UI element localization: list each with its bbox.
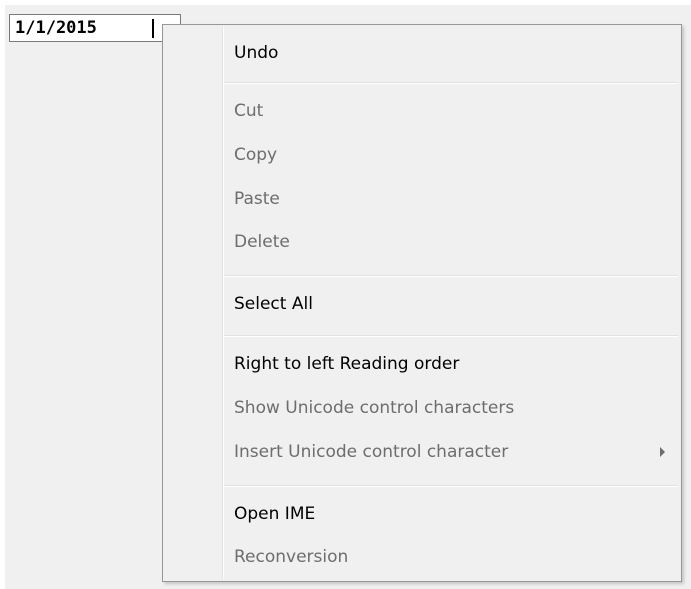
- menu-item-paste[interactable]: Paste: [165, 179, 679, 219]
- chevron-right-icon: [660, 447, 665, 457]
- menu-item-label: Reconversion: [234, 547, 349, 567]
- menu-separator: [224, 82, 678, 84]
- menu-item-label: Delete: [234, 232, 290, 252]
- menu-item-delete[interactable]: Delete: [165, 222, 679, 262]
- menu-item-cut[interactable]: Cut: [165, 91, 679, 131]
- menu-item-label: Open IME: [234, 504, 316, 524]
- menu-item-label: Copy: [234, 145, 278, 165]
- context-menu: Undo Cut Copy Paste Delete Select All Ri…: [162, 24, 682, 582]
- screen: 1/1/2015 Undo Cut Copy Paste Delete Sele…: [0, 0, 691, 589]
- menu-item-label: Select All: [234, 294, 313, 314]
- menu-item-label: Right to left Reading order: [234, 354, 460, 374]
- menu-item-label: Insert Unicode control character: [234, 442, 509, 462]
- menu-item-label: Cut: [234, 101, 264, 121]
- menu-separator: [224, 275, 678, 277]
- menu-item-select-all[interactable]: Select All: [165, 284, 679, 324]
- menu-item-reconversion[interactable]: Reconversion: [165, 537, 679, 577]
- menu-separator: [224, 485, 678, 487]
- date-input[interactable]: 1/1/2015: [9, 14, 181, 42]
- menu-item-insert-unicode-control[interactable]: Insert Unicode control character: [165, 432, 679, 472]
- menu-item-label: Paste: [234, 189, 280, 209]
- menu-item-label: Show Unicode control characters: [234, 398, 515, 418]
- menu-item-label: Undo: [234, 43, 279, 63]
- menu-item-show-unicode-control[interactable]: Show Unicode control characters: [165, 388, 679, 428]
- menu-item-right-to-left[interactable]: Right to left Reading order: [165, 344, 679, 384]
- menu-separator: [224, 335, 678, 337]
- menu-item-copy[interactable]: Copy: [165, 135, 679, 175]
- date-input-value: 1/1/2015: [15, 18, 97, 38]
- menu-item-open-ime[interactable]: Open IME: [165, 494, 679, 534]
- text-caret: [152, 19, 154, 38]
- menu-item-undo[interactable]: Undo: [165, 33, 679, 73]
